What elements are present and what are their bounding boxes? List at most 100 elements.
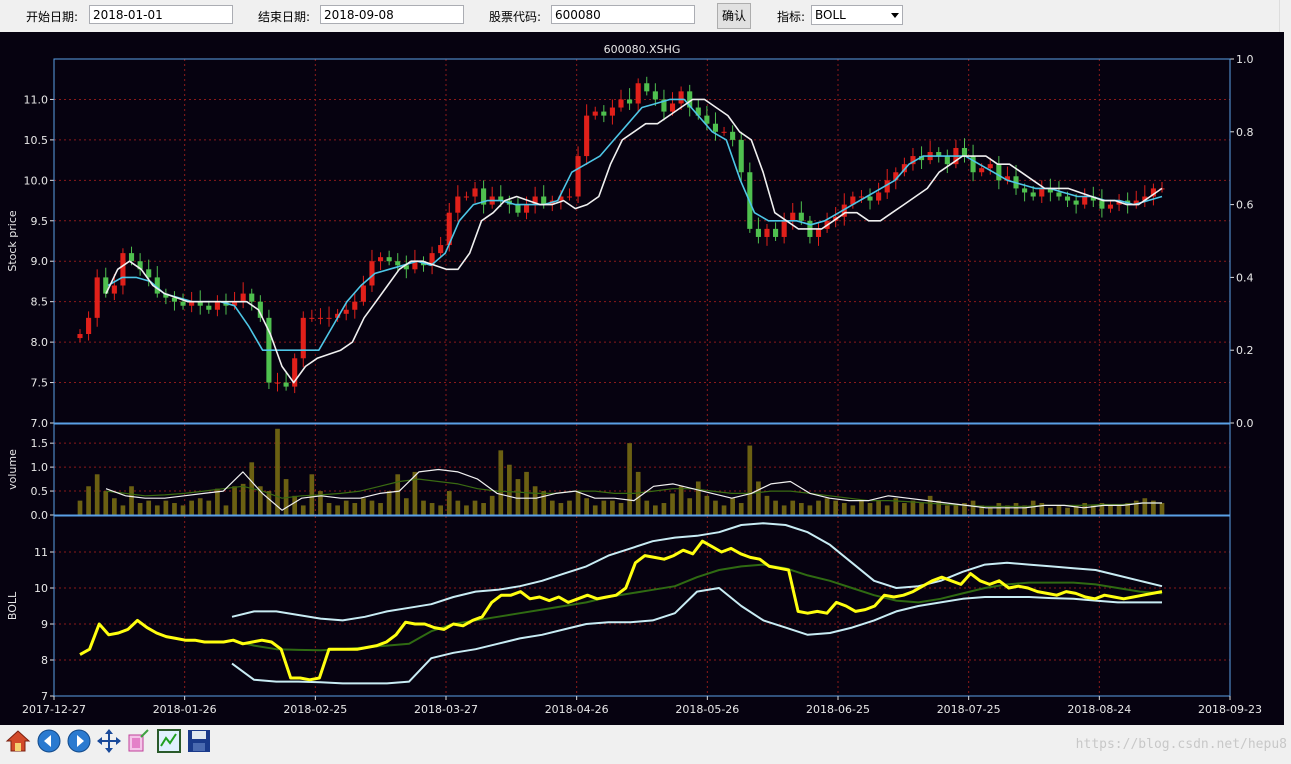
- y-tick-label: 8.5: [31, 296, 49, 309]
- volume-bar: [335, 505, 340, 515]
- price-frame: [53, 58, 1231, 424]
- candle-body: [438, 245, 444, 254]
- candle-body: [996, 164, 1002, 181]
- candle-body: [815, 228, 822, 237]
- volume-bar: [1116, 505, 1122, 515]
- volume-bar: [146, 500, 152, 515]
- candle-body: [961, 147, 968, 157]
- zoom-icon[interactable]: [126, 728, 152, 754]
- volume-bar: [910, 500, 916, 515]
- volume-bar: [773, 500, 778, 515]
- volume-bar: [816, 500, 821, 515]
- volume-bar: [455, 500, 461, 515]
- candle-body: [584, 115, 590, 157]
- volume-bar: [592, 505, 598, 515]
- candle-body: [180, 301, 186, 306]
- volume-bar: [790, 500, 796, 515]
- candle-body: [635, 83, 641, 104]
- volume-bar: [103, 491, 109, 515]
- volume-bar: [498, 450, 504, 515]
- candle-body: [575, 156, 581, 197]
- volume-bar: [86, 486, 91, 515]
- volume-ma-long-line: [105, 478, 1162, 507]
- candle-body: [979, 168, 985, 173]
- volume-bar: [137, 503, 143, 515]
- candle-body: [712, 123, 719, 132]
- volume-bar: [438, 505, 444, 515]
- volume-bar: [232, 486, 237, 515]
- indicator-select[interactable]: BOLL: [811, 5, 903, 25]
- volume-bar: [996, 503, 1002, 515]
- candle-body: [369, 261, 375, 286]
- start-date-input[interactable]: 2018-01-01: [89, 5, 233, 24]
- x-tick-label: 2018-01-26: [153, 703, 217, 716]
- volume-bar: [369, 500, 375, 515]
- candle-body: [1099, 200, 1105, 209]
- volume-bar: [481, 503, 486, 515]
- candle-body: [669, 103, 676, 112]
- volume-bar: [292, 495, 298, 515]
- volume-bar: [824, 498, 830, 515]
- volume-bar: [610, 500, 615, 515]
- y-axis-label: BOLL: [6, 591, 19, 620]
- y-tick-label: 0.5: [31, 485, 49, 498]
- volume-bar: [361, 498, 366, 515]
- candle-body: [1056, 192, 1062, 197]
- volume-bar: [919, 503, 924, 515]
- volume-bar: [549, 500, 555, 515]
- candle-body: [77, 334, 83, 339]
- candle-body: [601, 111, 607, 116]
- forward-icon[interactable]: [66, 728, 92, 754]
- confirm-button[interactable]: 确认: [717, 3, 751, 29]
- save-icon[interactable]: [186, 728, 212, 754]
- configure-subplots-icon[interactable]: [156, 728, 182, 754]
- x-tick-label: 2018-06-25: [806, 703, 870, 716]
- pan-icon[interactable]: [96, 728, 122, 754]
- volume-bar: [1013, 503, 1019, 515]
- candle-body: [283, 382, 289, 387]
- stock-code-input[interactable]: 600080: [551, 5, 695, 24]
- volume-bar: [163, 500, 169, 515]
- x-tick-label: 2018-03-27: [414, 703, 478, 716]
- candle-body: [1082, 196, 1088, 205]
- end-date-input[interactable]: 2018-09-08: [320, 5, 464, 24]
- candle-body: [326, 317, 332, 319]
- volume-bar: [575, 491, 581, 515]
- volume-bar: [223, 505, 229, 515]
- volume-bar: [644, 500, 650, 515]
- candle-body: [352, 301, 358, 310]
- candle-body: [876, 192, 882, 201]
- volume-bar: [1108, 505, 1113, 515]
- boll-close-line: [79, 539, 1163, 682]
- candle-body: [773, 228, 779, 237]
- volume-bar: [1039, 503, 1045, 515]
- boll-upper-line: [231, 522, 1163, 622]
- volume-bar: [850, 505, 856, 515]
- y-tick-label: 9: [41, 618, 48, 631]
- volume-bar: [902, 503, 907, 515]
- candle-body: [858, 196, 865, 198]
- candle-body: [1022, 188, 1028, 193]
- candle-body: [730, 131, 736, 140]
- y2-tick-label: 0.4: [1236, 271, 1254, 284]
- boll-mid-line: [231, 563, 1163, 652]
- back-icon[interactable]: [36, 728, 62, 754]
- volume-bar: [764, 495, 770, 515]
- volume-ma-short-line: [105, 468, 1162, 511]
- candle-body: [377, 257, 384, 262]
- volume-bar: [884, 505, 890, 515]
- end-date-label: 结束日期:: [258, 10, 311, 24]
- home-icon[interactable]: [5, 728, 31, 754]
- y-tick-label: 11.0: [24, 93, 49, 106]
- candle-body: [755, 228, 761, 237]
- volume-bar: [189, 500, 194, 515]
- candle-body: [206, 305, 212, 310]
- volume-frame: [53, 423, 1231, 516]
- watermark: https://blog.csdn.net/hepu8: [1075, 737, 1287, 752]
- candle-body: [395, 261, 401, 266]
- volume-bar: [687, 498, 693, 515]
- boll-frame: [53, 515, 1231, 697]
- volume-bar: [154, 505, 160, 515]
- boll-axes: 7 8 9 10 11 BOLL 2017-12-27 2018-01-26 2018-02-2…: [6, 515, 1262, 716]
- volume-bar: [670, 493, 675, 515]
